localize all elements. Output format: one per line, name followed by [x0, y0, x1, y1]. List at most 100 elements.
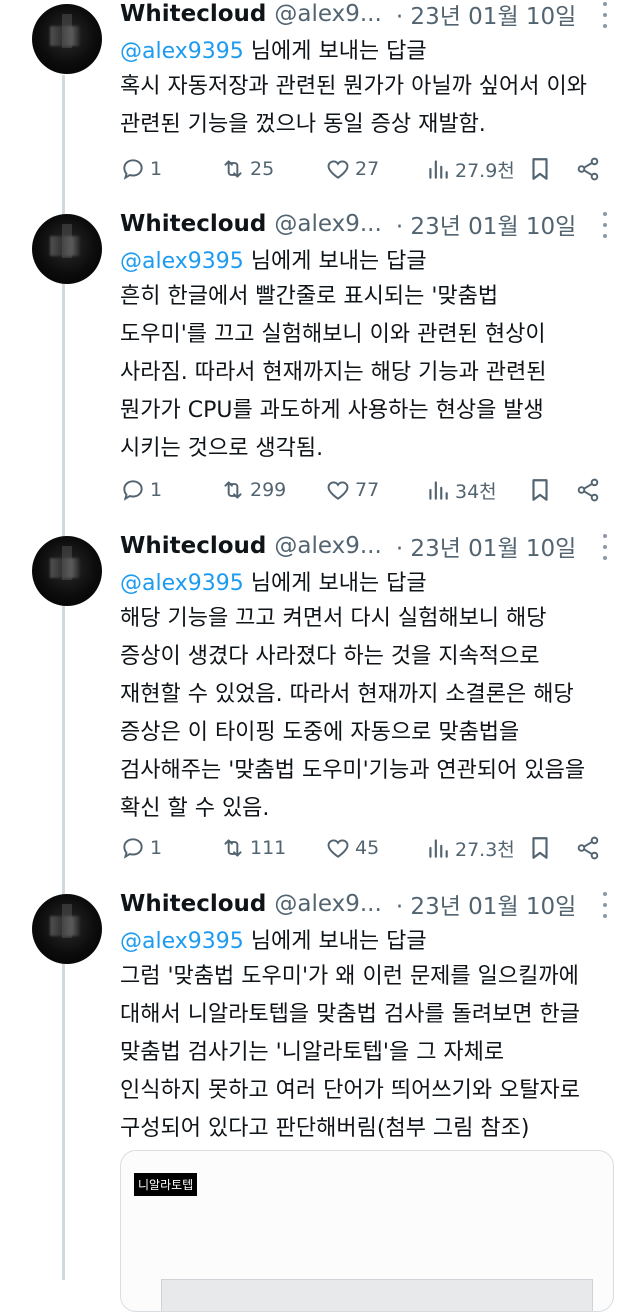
like-count: 45	[355, 837, 380, 859]
more-icon[interactable]	[600, 892, 610, 918]
action-bar: 1 25 27 27.9천	[120, 153, 610, 185]
like-count: 77	[355, 479, 380, 501]
reply-mention[interactable]: @alex9395	[120, 929, 244, 954]
reply-icon	[123, 159, 143, 180]
reply-button[interactable]: 1	[120, 832, 162, 864]
views-count: 34천	[455, 480, 497, 503]
avatar[interactable]	[32, 536, 102, 606]
tweet-header: Whitecloud @alex9... · 23년 01월 10일	[120, 886, 610, 922]
views-count: 27.3천	[455, 838, 515, 861]
avatar[interactable]	[32, 4, 102, 74]
reply-suffix: 님에게 보내는 답글	[243, 571, 427, 596]
reply-suffix: 님에게 보내는 답글	[243, 929, 427, 954]
views-icon	[429, 839, 448, 858]
text-line: 대해서 니알라토텝을 맞춤법 검사를 돌려보면 한글	[120, 1002, 581, 1027]
bookmark-icon	[532, 837, 548, 859]
share-button[interactable]	[575, 153, 605, 185]
views-button[interactable]: 27.3천	[425, 832, 515, 864]
author-name[interactable]: Whitecloud	[120, 211, 266, 237]
share-button[interactable]	[575, 832, 605, 864]
text-line: 흔히 한글에서 빨간줄로 표시되는 '맞춤법	[120, 284, 499, 309]
share-button[interactable]	[575, 474, 605, 506]
action-bar: 1 299 77 34천	[120, 474, 610, 506]
tweet-text: 그럼 '맞춤법 도우미'가 왜 이런 문제를 일으킬까에 대해서 니알라토텝을 …	[120, 958, 620, 1148]
avatar[interactable]	[32, 214, 102, 284]
views-button[interactable]: 27.9천	[425, 153, 515, 185]
reply-count: 1	[150, 158, 163, 180]
attached-image[interactable]: 니알라토텝	[120, 1150, 614, 1312]
views-button[interactable]: 34천	[425, 474, 497, 506]
tweet-date[interactable]: · 23년 01월 10일	[396, 207, 577, 241]
bookmark-button[interactable]	[527, 474, 557, 506]
text-line: 증상은 이 타이핑 도중에 자동으로 맞춤법을	[120, 720, 520, 745]
retweet-button[interactable]: 111	[220, 832, 286, 864]
reply-icon	[123, 838, 143, 859]
retweet-count: 25	[250, 158, 275, 180]
text-line: 검사해주는 '맞춤법 도우미'기능과 연관되어 있음을	[120, 758, 586, 783]
reply-to-line: @alex9395 님에게 보내는 답글	[120, 33, 427, 65]
like-button[interactable]: 27	[325, 153, 379, 185]
author-name[interactable]: Whitecloud	[120, 1, 266, 27]
retweet-icon	[224, 481, 242, 499]
tweet-date[interactable]: · 23년 01월 10일	[396, 887, 577, 921]
reply-mention[interactable]: @alex9395	[120, 571, 244, 596]
author-handle[interactable]: @alex9...	[274, 533, 381, 559]
retweet-icon	[224, 160, 242, 178]
more-icon[interactable]	[600, 2, 610, 28]
more-icon[interactable]	[600, 212, 610, 238]
author-name[interactable]: Whitecloud	[120, 533, 266, 559]
text-line: 뭔가가 CPU를 과도하게 사용하는 현상을 발생	[120, 398, 544, 423]
more-icon[interactable]	[600, 534, 610, 560]
like-button[interactable]: 45	[325, 832, 379, 864]
author-name[interactable]: Whitecloud	[120, 891, 266, 917]
reply-mention[interactable]: @alex9395	[120, 39, 244, 64]
avatar[interactable]	[32, 894, 102, 964]
attachment-dialog-bar	[161, 1279, 593, 1311]
text-line: 구성되어 있다고 판단해버림(첨부 그림 참조)	[120, 1116, 530, 1141]
reply-suffix: 님에게 보내는 답글	[243, 39, 427, 64]
retweet-button[interactable]: 25	[220, 153, 274, 185]
text-line: 증상이 생겼다 사라졌다 하는 것을 지속적으로	[120, 644, 540, 669]
text-line: 관련된 기능을 껐으나 동일 증상 재발함.	[120, 112, 486, 137]
text-line: 맞춤법 검사기는 '니알라토텝'을 그 자체로	[120, 1040, 505, 1065]
tweet-text: 혹시 자동저장과 관련된 뭔가가 아닐까 싶어서 이와 관련된 기능을 껐으나 …	[120, 68, 620, 144]
tweet-header: Whitecloud @alex9... · 23년 01월 10일	[120, 0, 610, 32]
text-line: 인식하지 못하고 여러 단어가 띄어쓰기와 오탈자로	[120, 1078, 581, 1103]
like-button[interactable]: 77	[325, 474, 379, 506]
attachment-label: 니알라토텝	[134, 1173, 198, 1196]
tweet-date[interactable]: · 23년 01월 10일	[396, 0, 577, 31]
share-icon	[577, 836, 599, 860]
reply-button[interactable]: 1	[120, 153, 162, 185]
reply-to-line: @alex9395 님에게 보내는 답글	[120, 923, 427, 955]
reply-count: 1	[150, 479, 163, 501]
action-bar: 1 111 45 27.3천	[120, 832, 610, 864]
reply-suffix: 님에게 보내는 답글	[243, 249, 427, 274]
views-icon	[429, 160, 448, 179]
reply-to-line: @alex9395 님에게 보내는 답글	[120, 243, 427, 275]
reply-icon	[123, 480, 143, 501]
text-line: 혹시 자동저장과 관련된 뭔가가 아닐까 싶어서 이와	[120, 74, 588, 99]
text-line: 해당 기능을 끄고 켜면서 다시 실험해보니 해당	[120, 606, 547, 631]
text-line: 시키는 것으로 생각됨.	[120, 436, 324, 461]
reply-mention[interactable]: @alex9395	[120, 249, 244, 274]
text-line: 재현할 수 있었음. 따라서 현재까지 소결론은 해당	[120, 682, 574, 707]
text-line: 확신 할 수 있음.	[120, 796, 270, 821]
reply-to-line: @alex9395 님에게 보내는 답글	[120, 565, 427, 597]
bookmark-button[interactable]	[527, 153, 557, 185]
tweet-header: Whitecloud @alex9... · 23년 01월 10일	[120, 528, 610, 564]
tweet-header: Whitecloud @alex9... · 23년 01월 10일	[120, 206, 610, 242]
tweet-date[interactable]: · 23년 01월 10일	[396, 529, 577, 563]
author-handle[interactable]: @alex9...	[274, 211, 381, 237]
retweet-icon	[224, 839, 242, 857]
retweet-button[interactable]: 299	[220, 474, 286, 506]
like-count: 27	[355, 158, 380, 180]
reply-button[interactable]: 1	[120, 474, 162, 506]
like-icon	[327, 160, 349, 179]
author-handle[interactable]: @alex9...	[274, 891, 381, 917]
views-icon	[429, 481, 448, 500]
author-handle[interactable]: @alex9...	[274, 1, 381, 27]
like-icon	[327, 839, 349, 858]
bookmark-button[interactable]	[527, 832, 557, 864]
views-count: 27.9천	[455, 159, 515, 182]
retweet-count: 299	[250, 479, 287, 501]
